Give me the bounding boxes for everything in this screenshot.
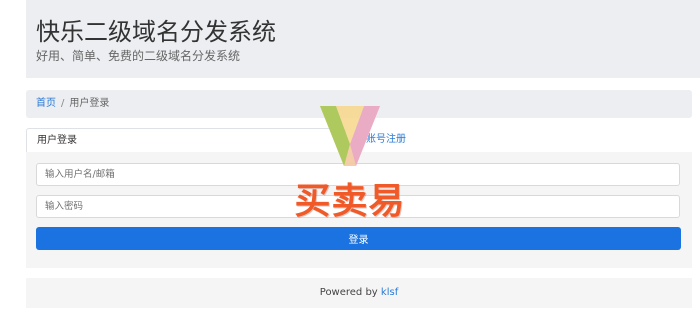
breadcrumb-current: 用户登录 (69, 98, 110, 109)
auth-tabs: 用户登录 账号注册 (26, 128, 692, 153)
breadcrumb-separator: / (61, 98, 65, 109)
tab-register[interactable]: 账号注册 (366, 128, 406, 153)
login-form-panel: 登录 (26, 152, 692, 268)
footer-link[interactable]: klsf (381, 287, 398, 298)
footer-powered-by: Powered by (319, 287, 378, 298)
footer: Powered by klsf (26, 278, 692, 308)
header-jumbotron: 快乐二级域名分发系统 好用、简单、免费的二级域名分发系统 (26, 0, 700, 78)
tab-login[interactable]: 用户登录 (26, 128, 346, 153)
username-input[interactable] (36, 163, 680, 186)
breadcrumb: 首页 / 用户登录 (26, 90, 692, 118)
site-subtitle: 好用、简单、免费的二级域名分发系统 (36, 49, 241, 63)
breadcrumb-home-link[interactable]: 首页 (36, 98, 56, 109)
site-title: 快乐二级域名分发系统 (36, 18, 276, 46)
login-button[interactable]: 登录 (36, 227, 681, 250)
password-input[interactable] (36, 195, 680, 218)
